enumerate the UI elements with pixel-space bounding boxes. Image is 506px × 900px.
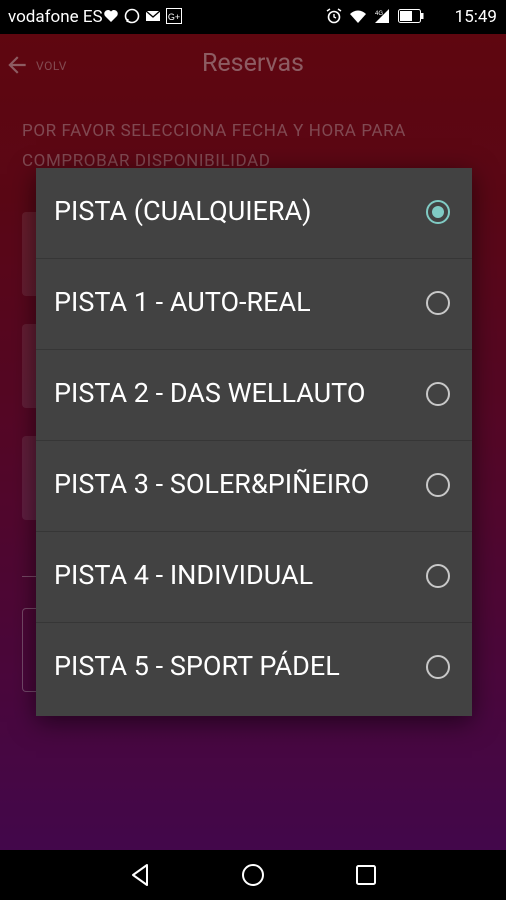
heart-icon xyxy=(104,10,118,22)
wifi-icon xyxy=(350,10,366,23)
system-icons: 4G xyxy=(326,8,424,24)
clock: 15:49 xyxy=(454,7,497,27)
option-label: PISTA 4 - INDIVIDUAL xyxy=(54,559,314,591)
option-label: PISTA 3 - SOLER&PIÑEIRO xyxy=(54,468,370,500)
back-triangle-icon[interactable] xyxy=(128,862,154,888)
battery-icon xyxy=(398,9,424,23)
option-pista-1[interactable]: PISTA 1 - AUTO-REAL xyxy=(36,259,472,350)
whatsapp-icon xyxy=(124,8,140,24)
carrier-label: vodafone ES xyxy=(8,7,103,27)
radio-icon[interactable] xyxy=(426,655,450,679)
option-label: PISTA 5 - SPORT PÁDEL xyxy=(54,650,340,682)
google-plus-icon: G+ xyxy=(166,8,182,24)
radio-icon[interactable] xyxy=(426,291,450,315)
radio-icon[interactable] xyxy=(426,473,450,497)
mail-icon xyxy=(145,10,161,21)
status-bar: vodafone ES G+ 4G 15:49 xyxy=(0,0,506,34)
notification-icons: G+ xyxy=(103,8,182,24)
option-label: PISTA (CUALQUIERA) xyxy=(54,195,312,227)
alarm-icon xyxy=(326,8,342,24)
option-pista-4[interactable]: PISTA 4 - INDIVIDUAL xyxy=(36,532,472,623)
navigation-bar xyxy=(0,850,506,900)
home-circle-icon[interactable] xyxy=(240,862,266,888)
option-pista-3[interactable]: PISTA 3 - SOLER&PIÑEIRO xyxy=(36,441,472,532)
recents-square-icon[interactable] xyxy=(353,862,379,888)
option-pista-2[interactable]: PISTA 2 - DAS WELLAUTO xyxy=(36,350,472,441)
radio-selected-icon[interactable] xyxy=(426,200,450,224)
option-label: PISTA 1 - AUTO-REAL xyxy=(54,286,311,318)
option-label: PISTA 2 - DAS WELLAUTO xyxy=(54,377,366,409)
signal-icon: 4G xyxy=(375,9,389,23)
radio-icon[interactable] xyxy=(426,382,450,406)
svg-text:4G: 4G xyxy=(375,11,383,17)
option-pista-cualquiera[interactable]: PISTA (CUALQUIERA) xyxy=(36,168,472,259)
option-pista-5[interactable]: PISTA 5 - SPORT PÁDEL xyxy=(36,623,472,716)
svg-text:G+: G+ xyxy=(168,12,180,22)
radio-icon[interactable] xyxy=(426,564,450,588)
court-picker-dialog: PISTA (CUALQUIERA) PISTA 1 - AUTO-REAL P… xyxy=(36,168,472,716)
